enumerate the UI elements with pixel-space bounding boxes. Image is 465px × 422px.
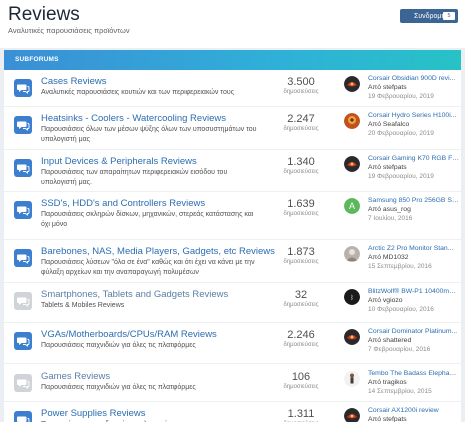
forum-description: Αναλυτικές παρουσιάσεις κουτιών και των …: [41, 89, 235, 96]
last-post-date: 15 Σεπτεμβρίου, 2016: [368, 263, 432, 270]
user-avatar[interactable]: A: [344, 198, 360, 214]
forum-description: Tablets & Mobiles Reviews: [41, 302, 125, 309]
page-description: Αναλυτικές παρουσιάσεις προϊόντων: [8, 26, 130, 35]
forum-row: Barebones, NAS, Media Players, Gadgets, …: [4, 240, 461, 283]
last-post-author[interactable]: Από Seafalco: [368, 121, 409, 128]
post-count: 1.311: [287, 408, 315, 420]
forum-row: Games Reviews Παρουσιάσεις παιχνιδιών για…: [4, 364, 461, 402]
forum-row: Cases Reviews Αναλυτικές παρουσιάσεις κου…: [4, 70, 461, 107]
forum-title-link[interactable]: Heatsinks - Coolers - Watercooling Revie…: [41, 113, 226, 124]
forum-chat-icon: [14, 411, 32, 422]
forum-title-link[interactable]: VGAs/Motherboards/CPUs/RAM Reviews: [41, 329, 217, 340]
last-post-title-link[interactable]: Corsair Obsidian 900D revi...: [368, 75, 460, 82]
forum-chat-icon: [14, 159, 32, 177]
post-count-label: δημοσιεύσεις: [283, 169, 319, 175]
last-post-date: 10 Φεβρουαρίου, 2016: [368, 306, 434, 313]
page-header: Reviews Αναλυτικές παρουσιάσεις προϊόντω…: [0, 0, 465, 48]
forum-description: Παρουσιάσεις παιχνιδιών για όλες τις πλα…: [41, 342, 196, 349]
follow-count-badge: 5: [443, 12, 455, 20]
forum-chat-icon: [14, 332, 32, 350]
user-avatar[interactable]: [344, 408, 360, 422]
follow-button-label: Συνδρομή: [414, 12, 446, 20]
last-post-date: 7 Φεβρουαρίου, 2016: [368, 346, 431, 353]
user-avatar[interactable]: [344, 246, 360, 262]
post-count-label: δημοσιεύσεις: [283, 259, 319, 265]
forum-row: VGAs/Motherboards/CPUs/RAM Reviews Παρουσ…: [4, 323, 461, 364]
last-post-date: 20 Φεβρουαρίου, 2019: [368, 130, 434, 137]
last-post-title-link[interactable]: Samsung 850 Pro 256GB SSD ...: [368, 197, 460, 204]
user-avatar[interactable]: [344, 113, 360, 129]
last-post-author[interactable]: Από tragikos: [368, 379, 407, 386]
forum-row: Power Supplies ReviewsΠαρουσιάσεις τροφο…: [4, 402, 461, 422]
last-post-date: 7 Ιουλίου, 2016: [368, 215, 413, 222]
subforums-label: SUBFORUMS: [15, 56, 59, 63]
forum-chat-icon: [14, 292, 32, 310]
last-post-author[interactable]: Από MD1032: [368, 254, 409, 261]
last-post-date: 14 Σεπτεμβρίου, 2015: [368, 388, 432, 395]
forum-title-link[interactable]: SSD's, HDD's and Controllers Reviews: [41, 198, 205, 209]
last-post-date: 19 Φεβρουαρίου, 2019: [368, 173, 434, 180]
forum-chat-icon: [14, 201, 32, 219]
forum-description: Παρουσιάσεις παιχνιδιών για όλες τις πλα…: [41, 384, 196, 391]
forum-row: Heatsinks - Coolers - Watercooling Revie…: [4, 107, 461, 150]
subforums-header-bar: SUBFORUMS: [4, 50, 461, 70]
forum-row: SSD's, HDD's and Controllers Reviews Παρο…: [4, 192, 461, 240]
user-avatar[interactable]: [344, 156, 360, 172]
last-post-author[interactable]: Από stefpats: [368, 84, 407, 91]
last-post-title-link[interactable]: Corsair AX1200i review: [368, 407, 460, 414]
forum-description: Παρουσιάσεις όλων των μέσων ψύξης όλων τ…: [41, 126, 257, 143]
post-count: 3.500: [287, 76, 315, 88]
last-post-author[interactable]: Από stefpats: [368, 416, 407, 422]
last-post-author[interactable]: Από shattered: [368, 337, 411, 344]
forum-title-link[interactable]: Barebones, NAS, Media Players, Gadgets, …: [41, 246, 275, 257]
post-count: 1.873: [287, 246, 315, 258]
forum-title-link[interactable]: Smartphones, Tablets and Gadgets Reviews: [41, 289, 228, 300]
forum-title-link[interactable]: Input Devices & Peripherals Reviews: [41, 156, 197, 167]
follow-button[interactable]: Συνδρομή 5: [400, 9, 458, 23]
post-count: 32: [294, 289, 308, 301]
forum-chat-icon: [14, 249, 32, 267]
last-post-title-link[interactable]: Corsair Hydro Series H100i...: [368, 112, 460, 119]
last-post-date: 19 Φεβρουαρίου, 2019: [368, 93, 434, 100]
last-post-title-link[interactable]: BlitzWolf® BW-P1 10400mAh ...: [368, 288, 460, 295]
post-count-label: δημοσιεύσεις: [283, 126, 319, 132]
last-post-author[interactable]: Από stefpats: [368, 164, 407, 171]
post-count: 2.247: [287, 113, 315, 125]
svg-text:ᛒ: ᛒ: [350, 295, 354, 302]
post-count: 106: [291, 371, 311, 383]
post-count: 1.340: [287, 156, 315, 168]
forum-description: Παρουσιάσεις λύσεων "όλα σε ένα" καθώς κ…: [41, 259, 255, 276]
post-count-label: δημοσιεύσεις: [283, 89, 319, 95]
last-post-author[interactable]: Από vgiozo: [368, 297, 403, 304]
post-count: 1.639: [287, 198, 315, 210]
svg-text:A: A: [349, 201, 355, 211]
last-post-title-link[interactable]: Corsair Gaming K70 RGB Ful...: [368, 155, 460, 162]
forum-row: Input Devices & Peripherals Reviews Παρου…: [4, 150, 461, 192]
user-avatar[interactable]: [344, 371, 360, 387]
user-avatar[interactable]: [344, 76, 360, 92]
user-avatar[interactable]: ᛒ: [344, 289, 360, 305]
forum-title-link[interactable]: Games Reviews: [41, 371, 110, 382]
post-count-label: δημοσιεύσεις: [283, 384, 319, 390]
forum-title-link[interactable]: Cases Reviews: [41, 76, 106, 87]
forum-description: Παρουσιάσεις των απαραίτητων περιφερειακ…: [41, 169, 228, 186]
forum-chat-icon: [14, 374, 32, 392]
last-post-title-link[interactable]: Corsair Dominator Platinum...: [368, 328, 460, 335]
forum-chat-icon: [14, 116, 32, 134]
forum-title-link[interactable]: Power Supplies Reviews: [41, 408, 146, 419]
forum-description: Παρουσιάσεις σκληρών δίσκων, μηχανικών, …: [41, 211, 254, 228]
last-post-author[interactable]: Από asus_rog: [368, 206, 411, 213]
forum-row: Smartphones, Tablets and Gadgets Reviews…: [4, 283, 461, 323]
user-avatar[interactable]: [344, 329, 360, 345]
post-count-label: δημοσιεύσεις: [283, 342, 319, 348]
last-post-title-link[interactable]: Tembo The Badass Elephant ...: [368, 370, 460, 377]
post-count: 2.246: [287, 329, 315, 341]
last-post-title-link[interactable]: Arctic Z2 Pro Monitor Stan...: [368, 245, 460, 252]
post-count-label: δημοσιεύσεις: [283, 211, 319, 217]
page-title: Reviews: [8, 4, 80, 25]
post-count-label: δημοσιεύσεις: [283, 302, 319, 308]
forum-list: Cases Reviews Αναλυτικές παρουσιάσεις κου…: [4, 70, 461, 422]
forum-chat-icon: [14, 79, 32, 97]
